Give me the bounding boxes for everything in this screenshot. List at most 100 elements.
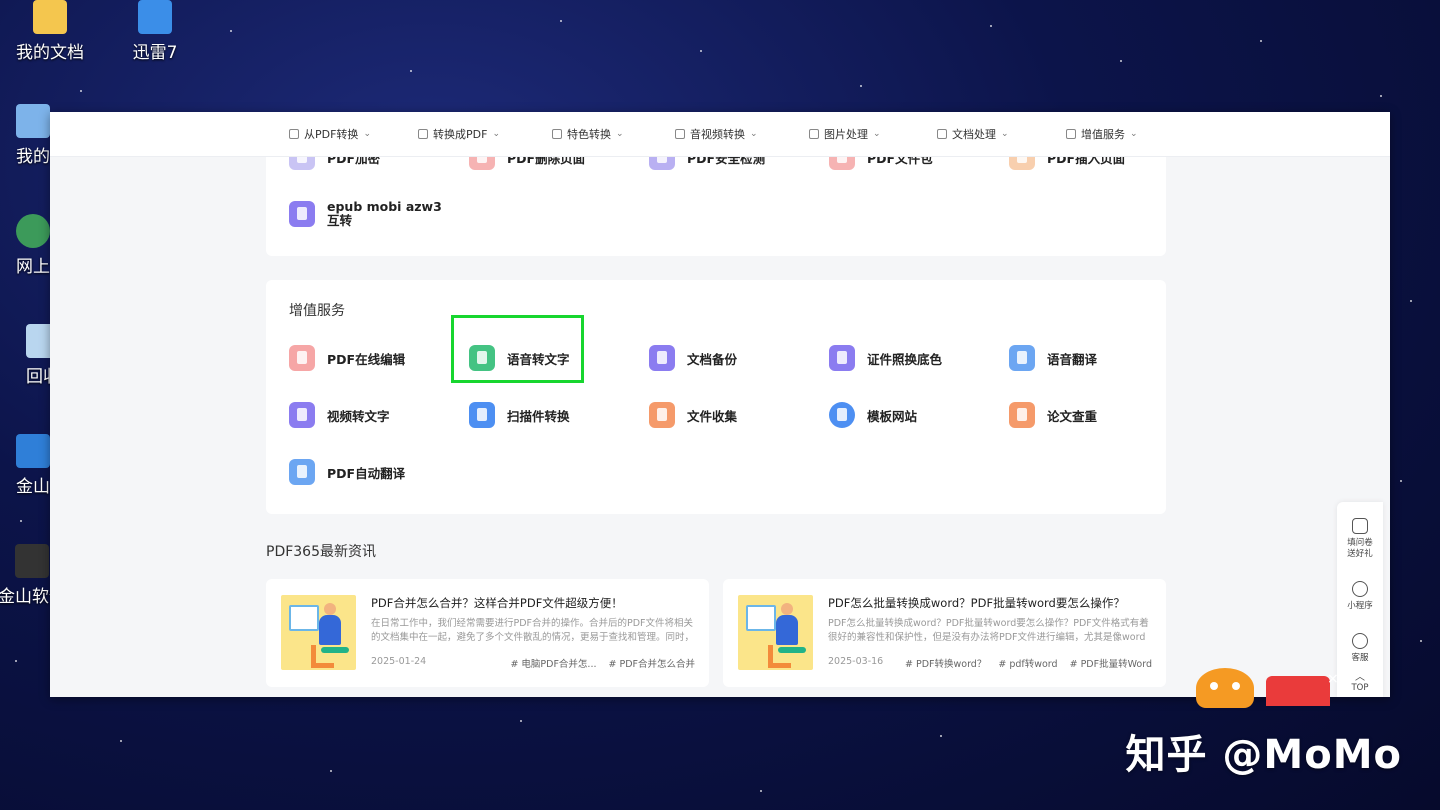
paper-check-icon [1009, 402, 1035, 428]
tool-paper-check[interactable]: 论文查重 [1009, 402, 1097, 428]
tool-label-line2: 互转 [327, 213, 353, 228]
convert-icon [418, 129, 428, 139]
tool-label: 语音翻译 [1047, 351, 1098, 367]
tool-id-photo-background[interactable]: 证件照换底色 [829, 345, 942, 371]
document-icon [937, 129, 947, 139]
media-icon [675, 129, 685, 139]
folder-icon [649, 402, 675, 428]
pdf-icon [289, 129, 299, 139]
nav-from-pdf[interactable]: 从PDF转换 ⌄ [289, 126, 371, 142]
sidebar-label: 送好礼 [1347, 549, 1373, 559]
news-summary: PDF怎么批量转换成word？PDF批量转word要怎么操作？PDF文件格式有着… [828, 618, 1149, 643]
sidebar-customer-service[interactable]: 客服 [1337, 633, 1383, 664]
mini-program-icon [1352, 581, 1368, 597]
tool-label: 文档备份 [687, 351, 738, 367]
ebook-icon [289, 201, 315, 227]
chevron-down-icon: ⌄ [1130, 129, 1138, 139]
news-tag[interactable]: # PDF合并怎么合并 [609, 656, 696, 670]
sidebar-survey[interactable]: 填问卷 送好礼 [1337, 518, 1383, 560]
tool-label: epub mobi azw3 互转 [327, 200, 442, 228]
video-icon [289, 402, 315, 428]
translate-icon [1009, 345, 1035, 371]
top-navigation: 从PDF转换 ⌄ 转换成PDF ⌄ 特色转换 ⌄ 音视频转换 ⌄ 图片处理 ⌄ … [50, 112, 1390, 157]
nav-special-convert[interactable]: 特色转换 ⌄ [552, 126, 624, 142]
chevron-down-icon: ⌄ [1001, 129, 1009, 139]
tool-label: PDF自动翻译 [327, 465, 406, 481]
highlight-box [451, 315, 584, 383]
news-tags: # 电脑PDF合并怎... # PDF合并怎么合并 [510, 656, 695, 670]
sidebar-mini-program[interactable]: 小程序 [1337, 581, 1383, 612]
nav-image-processing[interactable]: 图片处理 ⌄ [809, 126, 881, 142]
computer-icon [16, 104, 50, 138]
chevron-up-icon: ︿ [1355, 672, 1365, 683]
browser-window: 从PDF转换 ⌄ 转换成PDF ⌄ 特色转换 ⌄ 音视频转换 ⌄ 图片处理 ⌄ … [50, 112, 1390, 697]
gift-box-icon[interactable] [1266, 676, 1330, 706]
desktop-icon-label: 金山 [16, 477, 50, 497]
sidebar-label: TOP [1351, 683, 1369, 693]
news-card[interactable]: PDF怎么批量转换成word？PDF批量转word要怎么操作？ PDF怎么批量转… [723, 579, 1166, 687]
translate-icon [289, 459, 315, 485]
tool-label: PDF在线编辑 [327, 351, 406, 367]
backup-icon [649, 345, 675, 371]
chevron-down-icon: ⌄ [492, 129, 500, 139]
sidebar-label: 客服 [1351, 653, 1369, 663]
news-summary: 在日常工作中，我们经常需要进行PDF合并的操作。合并后的PDF文件将相关的文档集… [371, 618, 695, 643]
id-photo-icon [829, 345, 855, 371]
news-date: 2025-03-16 [828, 656, 884, 667]
news-thumbnail [281, 595, 356, 670]
headset-icon [1352, 633, 1368, 649]
news-title[interactable]: PDF怎么批量转换成word？PDF批量转word要怎么操作？ [828, 595, 1125, 611]
menu-icon [1066, 129, 1076, 139]
thunder-bird-icon [138, 0, 172, 34]
globe-icon [16, 214, 50, 248]
tool-epub-mobi-azw3[interactable]: epub mobi azw3 互转 [289, 200, 442, 228]
nav-label: 图片处理 [824, 128, 868, 141]
tool-video-to-text[interactable]: 视频转文字 [289, 402, 390, 428]
tool-document-backup[interactable]: 文档备份 [649, 345, 737, 371]
tool-label: 扫描件转换 [507, 408, 570, 424]
cloud-icon [829, 402, 855, 428]
news-tag[interactable]: # PDF批量转Word [1070, 656, 1152, 670]
folder-icon [33, 0, 67, 34]
tool-template-site[interactable]: 模板网站 [829, 402, 917, 428]
news-tag[interactable]: # 电脑PDF合并怎... [510, 656, 596, 670]
nav-label: 增值服务 [1081, 128, 1125, 141]
pdf-edit-icon [289, 345, 315, 371]
news-tag[interactable]: # PDF转换word？ [905, 656, 986, 670]
news-tag[interactable]: # pdf转word [998, 656, 1057, 670]
tool-speech-translate[interactable]: 语音翻译 [1009, 345, 1097, 371]
close-icon[interactable]: × [1327, 671, 1339, 687]
tool-label: 论文查重 [1047, 408, 1098, 424]
section-title: 增值服务 [289, 303, 345, 319]
news-section-title: PDF365最新资讯 [266, 544, 376, 560]
chevron-down-icon: ⌄ [873, 129, 881, 139]
nav-to-pdf[interactable]: 转换成PDF ⌄ [418, 126, 500, 142]
tool-pdf-online-edit[interactable]: PDF在线编辑 [289, 345, 405, 371]
nav-document-processing[interactable]: 文档处理 ⌄ [937, 126, 1009, 142]
news-thumbnail [738, 595, 813, 670]
tool-label-line1: epub mobi azw3 [327, 199, 442, 214]
kingsoft-software-icon [15, 544, 49, 578]
desktop-icon-thunder[interactable]: 迅雷7 [110, 0, 200, 63]
chevron-down-icon: ⌄ [616, 129, 624, 139]
nav-value-services[interactable]: 增值服务 ⌄ [1066, 126, 1138, 142]
nav-label: 从PDF转换 [304, 128, 359, 141]
tool-file-collect[interactable]: 文件收集 [649, 402, 737, 428]
news-title[interactable]: PDF合并怎么合并？这样合并PDF文件超级方便！ [371, 595, 623, 611]
news-card[interactable]: PDF合并怎么合并？这样合并PDF文件超级方便！ 在日常工作中，我们经常需要进行… [266, 579, 709, 687]
zhihu-watermark: 知乎 @MoMo [1125, 732, 1402, 778]
sidebar-back-to-top[interactable]: ︿ TOP [1337, 673, 1383, 694]
tool-scan-convert[interactable]: 扫描件转换 [469, 402, 570, 428]
news-date: 2025-01-24 [371, 656, 427, 667]
nav-label: 转换成PDF [433, 128, 488, 141]
nav-av-convert[interactable]: 音视频转换 ⌄ [675, 126, 758, 142]
desktop-icon-my-documents[interactable]: 我的文档 [5, 0, 95, 63]
tool-pdf-auto-translate[interactable]: PDF自动翻译 [289, 459, 405, 485]
chevron-down-icon: ⌄ [363, 129, 371, 139]
tool-card-value-services: 增值服务 PDF在线编辑 语音转文字 文档备份 证件照换底色 语音翻译 视频转文… [266, 280, 1166, 514]
fox-mascot-icon[interactable] [1196, 668, 1254, 708]
tool-label: 文件收集 [687, 408, 738, 424]
scan-icon [469, 402, 495, 428]
chevron-down-icon: ⌄ [750, 129, 758, 139]
nav-label: 音视频转换 [690, 128, 745, 141]
